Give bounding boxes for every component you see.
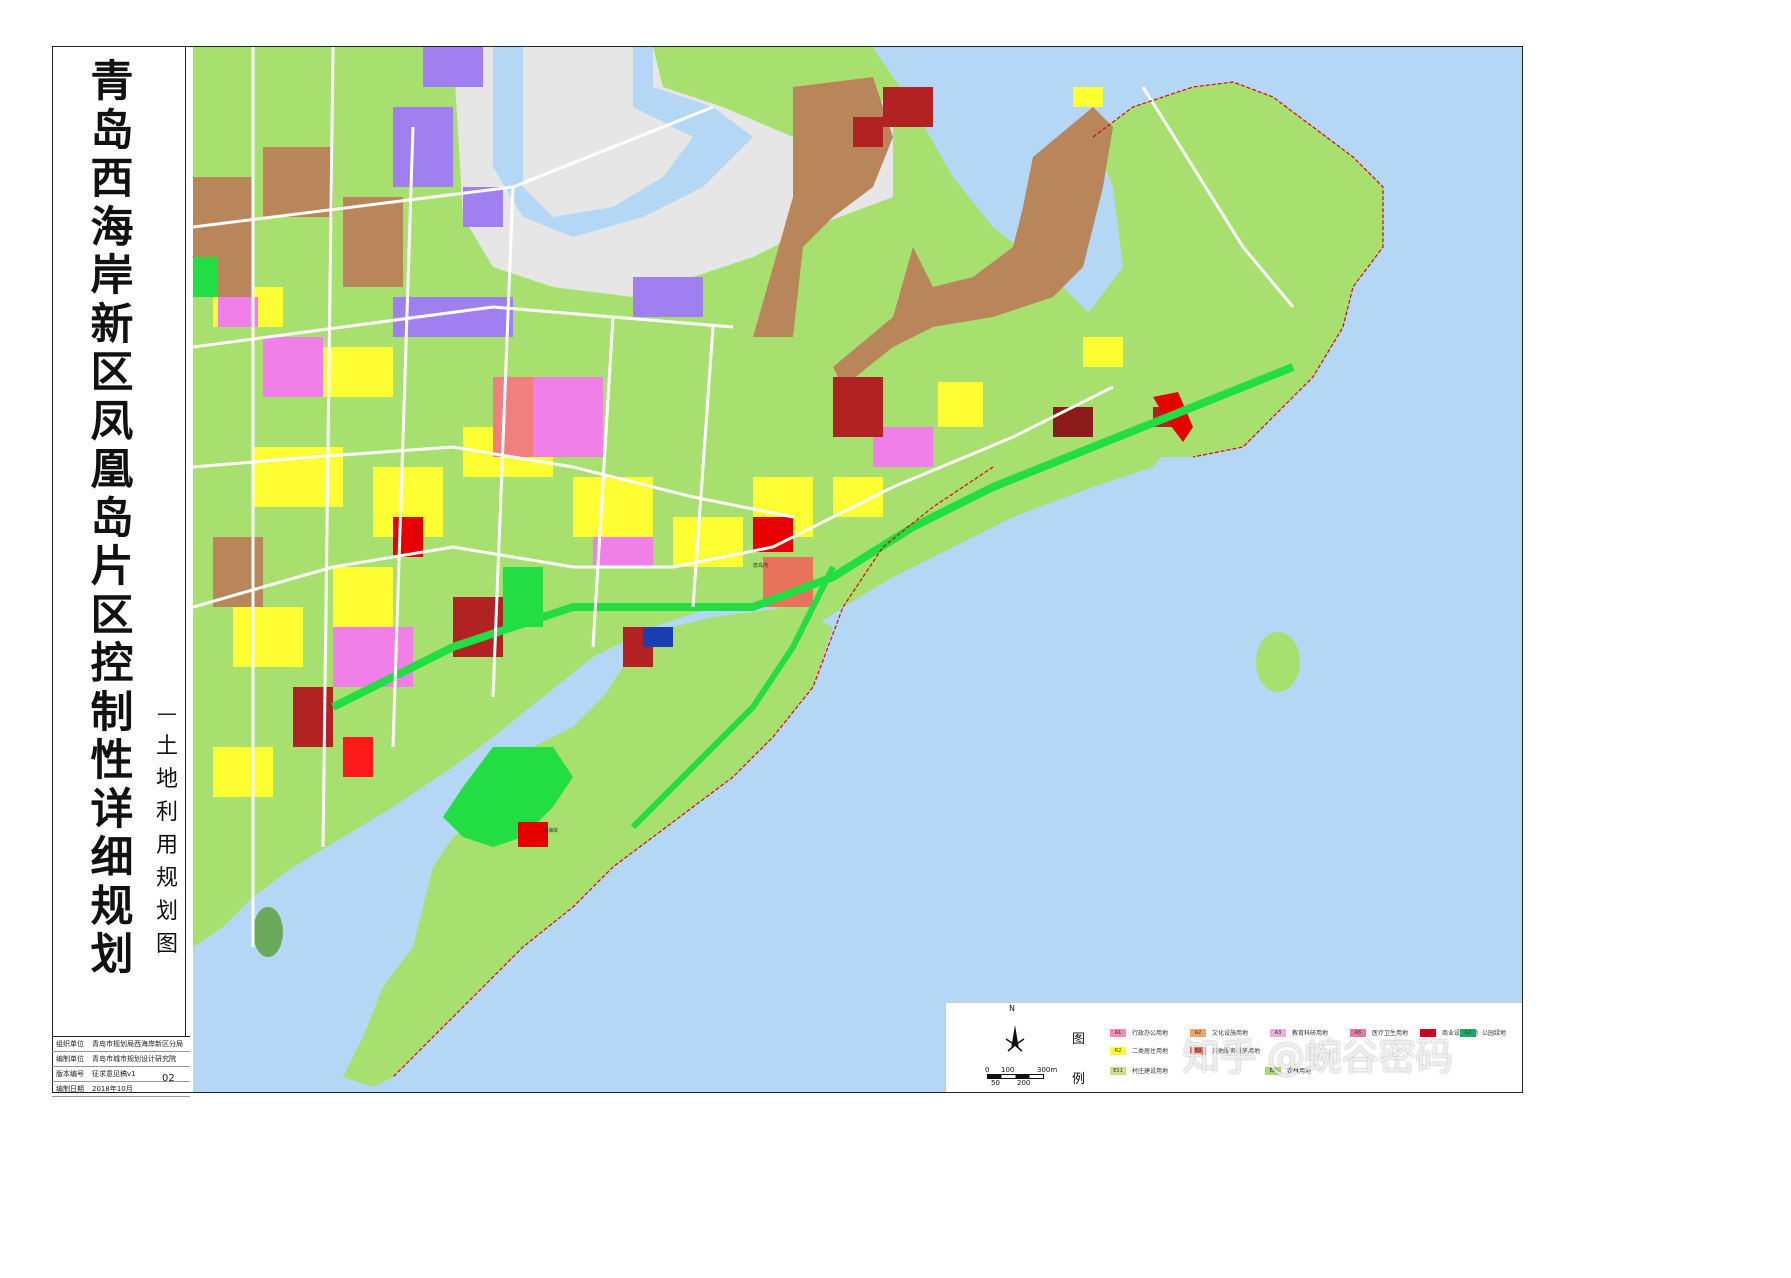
scale-tick: 300m (1037, 1066, 1058, 1074)
legend-title: 图例 (1072, 1032, 1086, 1087)
info-label: 组织单位 (56, 1040, 84, 1048)
park-block (503, 567, 543, 627)
small-island-east (1256, 632, 1300, 692)
info-row: 编制单位 青岛市城市规划设计研究院 (52, 1052, 190, 1067)
north-arrow-icon (1005, 1025, 1025, 1052)
legend-label: 村庄建设用地 (1132, 1068, 1169, 1075)
industrial-block (213, 537, 263, 607)
land-use-map[interactable]: 西海岸 唐岛湾 (193, 47, 1522, 1092)
logistics-block (423, 47, 483, 87)
legend-code: G1 (1464, 1029, 1472, 1036)
residential-block (313, 347, 393, 397)
legend-item: R2 二类居住用地 (1110, 1046, 1168, 1055)
industrial-block (343, 197, 403, 287)
education-block (593, 537, 653, 567)
scale-tick: 50 (991, 1079, 1000, 1087)
map-subtitle: 土地利用规划图 (155, 734, 178, 957)
info-table: 组织单位 青岛市规划局西海岸新区分局 编制单位 青岛市城市规划设计研究院 版本编… (52, 1036, 190, 1097)
map-canvas: 西海岸 唐岛湾 (193, 47, 1522, 1092)
park-block (193, 257, 218, 297)
legend-label: 行政办公用地 (1132, 1030, 1169, 1037)
legend-code: E11 (1113, 1067, 1123, 1074)
education-block (333, 627, 413, 687)
commercial-block (853, 117, 883, 147)
legend-swatch: R2 (1110, 1046, 1126, 1055)
legend-label: 公园绿地 (1482, 1030, 1507, 1037)
sheet-number: 02 (162, 1073, 175, 1084)
commercial-block (883, 87, 933, 127)
info-value: 青岛市规划局西海岸新区分局 (92, 1040, 183, 1048)
residential-block (1073, 87, 1103, 107)
commercial-block (393, 517, 423, 557)
scale-bar: 0 100 300m 50 200 (985, 1066, 1060, 1090)
info-value: 2018年10月 (92, 1085, 133, 1093)
logistics-block (393, 107, 453, 187)
legend-item: A1 行政办公用地 (1110, 1028, 1168, 1037)
legend-item: E11 村庄建设用地 (1110, 1066, 1168, 1075)
map-label: 唐岛湾 (753, 562, 768, 569)
legend-item: G1 公园绿地 (1460, 1028, 1506, 1037)
info-label: 版本编号 (56, 1070, 84, 1078)
subtitle-block: — 土地利用规划图 (152, 696, 182, 961)
service-block (493, 377, 533, 457)
residential-block (233, 607, 303, 667)
legend-code: R2 (1114, 1047, 1122, 1054)
education-block (263, 337, 323, 397)
legend-swatch: A1 (1110, 1028, 1126, 1037)
industrial-block (263, 147, 333, 217)
commercial-block (1053, 407, 1093, 437)
education-block (533, 377, 603, 457)
small-island-west (398, 734, 418, 770)
scale-tick: 100 (1001, 1066, 1015, 1074)
scale-tick: 0 (985, 1066, 990, 1074)
commercial-block (343, 737, 373, 777)
residential-block (938, 382, 983, 427)
residential-block (213, 747, 273, 797)
info-row: 编制日期 2018年10月 (52, 1082, 190, 1097)
info-label: 编制单位 (56, 1055, 84, 1063)
info-value: 征求意见稿v1 (92, 1070, 136, 1078)
commercial-block (833, 377, 883, 437)
info-label: 编制日期 (56, 1085, 84, 1093)
scale-tick: 200 (1017, 1079, 1031, 1087)
residential-block (573, 477, 653, 537)
subtitle-dash: — (157, 701, 177, 725)
info-value: 青岛市城市规划设计研究院 (92, 1055, 176, 1063)
legend-swatch: E11 (1110, 1066, 1126, 1075)
map-label: 西海岸 (543, 827, 558, 834)
small-island-sw (253, 907, 283, 957)
residential-block (1083, 337, 1123, 367)
info-row: 组织单位 青岛市规划局西海岸新区分局 (52, 1037, 190, 1052)
page-title: 青岛西海岸新区凤凰岛片区控制性详细规划 (90, 57, 134, 980)
legend-code: A1 (1114, 1029, 1122, 1036)
commercial-block (518, 822, 548, 847)
logistics-block (633, 277, 703, 317)
legend-swatch: G1 (1460, 1028, 1476, 1037)
water-facility-block (643, 627, 673, 647)
legend-label: 二类居住用地 (1132, 1048, 1169, 1055)
residential-block (333, 567, 393, 627)
commercial-block (293, 687, 333, 747)
watermark: 知乎 @蜿谷密码 (1182, 1035, 1453, 1079)
